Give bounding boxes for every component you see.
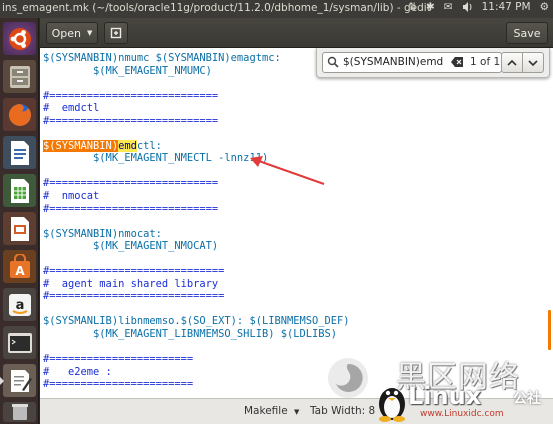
save-button-label: Save [513,26,541,40]
ubuntu-logo-icon [8,27,31,50]
previous-match-button[interactable] [501,52,523,73]
watermark-linux: Linux [408,382,482,410]
next-match-button[interactable] [522,52,544,73]
clock[interactable]: 11:47 PM [482,1,531,13]
launcher-writer[interactable] [3,136,36,169]
system-tray: ⇅ ✱ ✉ 11:47 PM ⚙ [408,1,549,13]
new-document-icon [110,27,122,39]
launcher-impress[interactable] [3,212,36,245]
chevron-down-icon: ▼ [294,408,300,416]
watermark-url: www.Linuxidc.com [420,409,504,419]
launcher-terminal[interactable] [3,326,36,359]
open-button[interactable]: Open ▼ [46,22,98,44]
chevron-down-icon: ▼ [87,29,93,37]
top-panel: ins_emagent.mk (~/tools/oracle11g/produc… [0,0,553,18]
keyboard-icon[interactable]: ⇅ [408,1,417,13]
search-popup: $(SYSMANBIN)emd 1 of 1 [316,48,550,78]
open-button-label: Open [51,26,81,40]
presentation-icon [10,216,29,241]
spreadsheet-icon [10,178,29,203]
text-editor-icon [10,369,32,392]
launcher: A a [0,18,39,424]
launcher-gedit[interactable] [0,364,36,397]
svg-text:A: A [15,264,25,278]
terminal-icon [7,332,32,353]
launcher-amazon[interactable]: a [3,288,36,321]
window-title: ins_emagent.mk (~/tools/oracle11g/produc… [2,2,431,14]
language-label: Makefile [244,405,288,417]
new-document-button[interactable] [104,22,128,44]
header-bar: Open ▼ Save [40,18,553,48]
shopping-bag-icon: A [9,253,30,278]
writer-document-icon [10,140,29,165]
text-editor[interactable]: $(SYSMANBIN)nmumc $(SYSMANBIN)emagtmc: $… [40,48,553,398]
mail-icon[interactable]: ✉ [444,1,453,13]
firefox-icon [8,103,31,126]
settings-icon[interactable]: ⚙ [540,1,549,13]
search-query: $(SYSMANBIN)emd [343,56,444,68]
launcher-files[interactable] [3,60,36,93]
launcher-software-center[interactable]: A [3,250,36,283]
bluetooth-icon[interactable]: ✱ [426,1,435,13]
search-input[interactable]: $(SYSMANBIN)emd 1 of 1 [322,52,502,73]
launcher-calc[interactable] [3,174,36,207]
search-icon [327,56,339,68]
watermark: 黑区网络 Linux 公社 www.Linuxidc.com [318,352,553,424]
match-count: 1 of 1 [470,56,501,68]
trash-icon [11,404,28,420]
chevron-up-icon [507,59,517,66]
save-button[interactable]: Save [506,22,548,44]
file-cabinet-icon [9,65,30,88]
svg-text:a: a [15,298,24,313]
launcher-firefox[interactable] [3,98,36,131]
language-selector[interactable]: Makefile ▼ [244,405,299,417]
dash-button[interactable] [3,22,36,55]
chevron-down-icon [528,59,538,66]
launcher-trash[interactable] [3,402,36,422]
clear-icon[interactable] [451,57,463,67]
watermark-swirl-logo [328,358,368,398]
volume-icon[interactable] [462,2,473,12]
amazon-icon: a [8,293,31,316]
watermark-linux-cn: 公社 [513,391,541,407]
annotation-arrow [250,156,325,185]
